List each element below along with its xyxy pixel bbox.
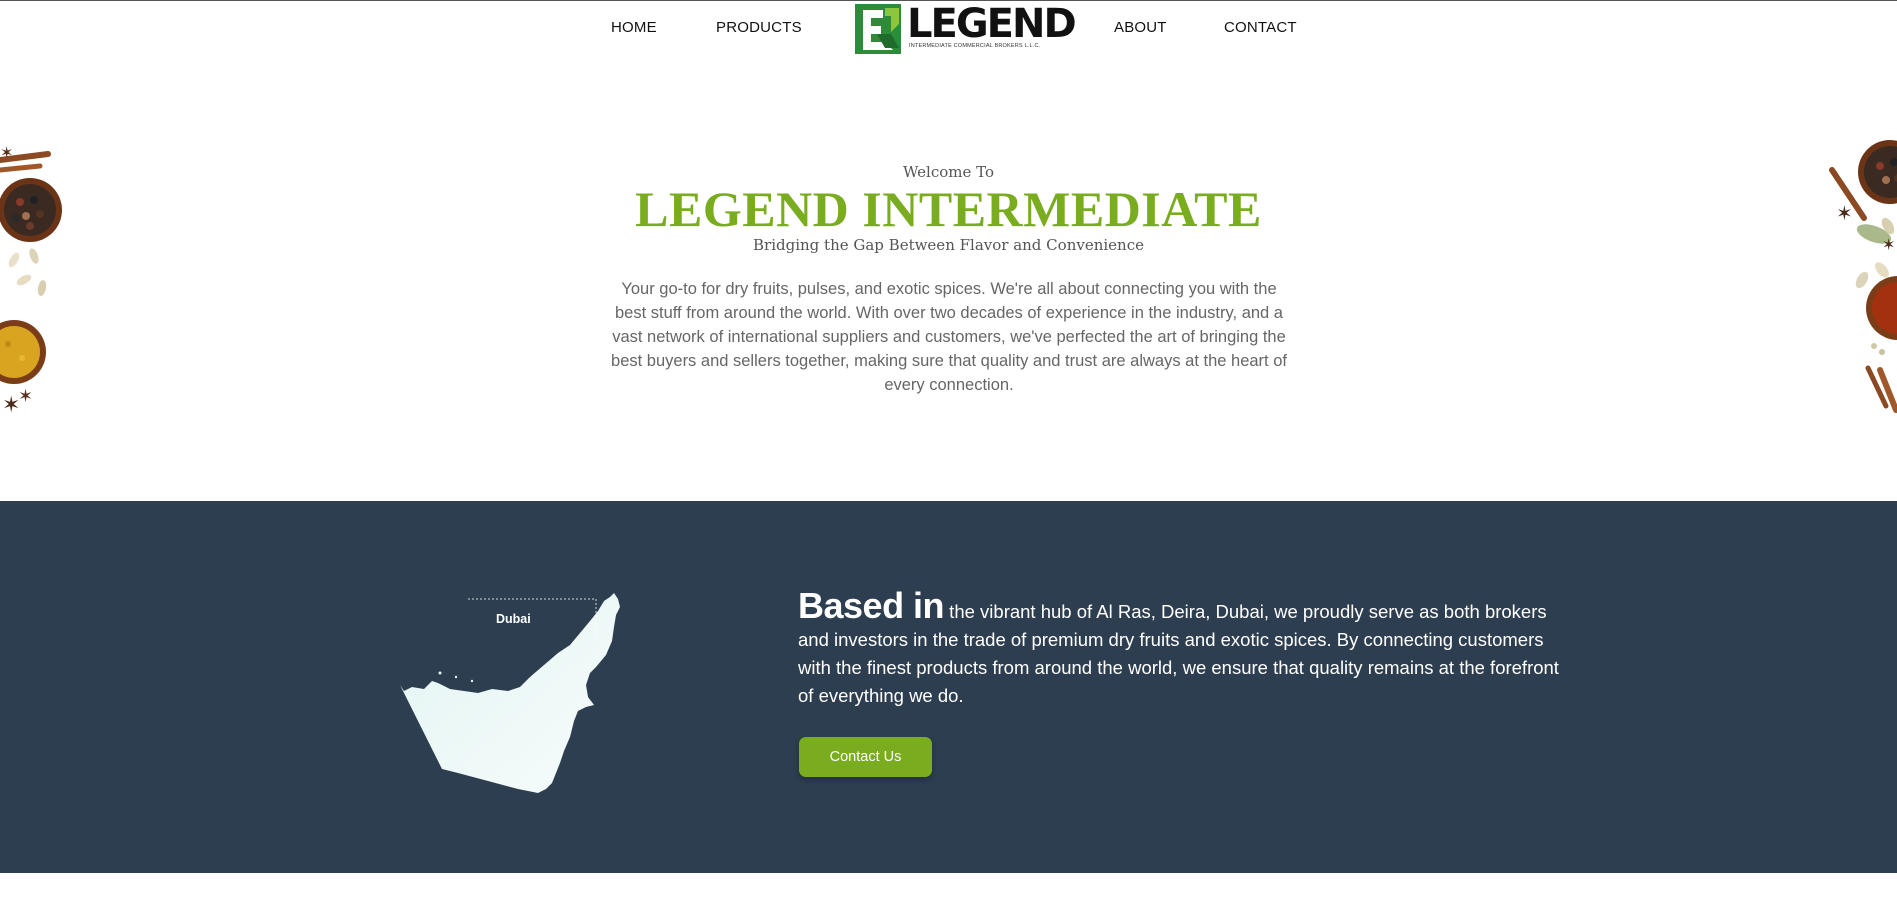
hero-pre-title: Welcome To [902, 163, 995, 181]
hero-tagline: Bridging the Gap Between Flavor and Conv… [753, 236, 1144, 254]
map-label-dubai: Dubai [496, 612, 531, 626]
logo-mark-icon [855, 4, 901, 54]
hero-title: LEGEND INTERMEDIATE [635, 181, 1262, 237]
nav-about[interactable]: ABOUT [1114, 19, 1167, 36]
nav-home[interactable]: HOME [611, 19, 657, 36]
logo-wordmark: LEGEND [907, 1, 1077, 47]
logo-subtitle: INTERMEDIATE COMMERCIAL BROKERS L.L.C. [909, 43, 1041, 49]
uae-map-image [400, 593, 620, 793]
site-logo[interactable]: LEGEND INTERMEDIATE COMMERCIAL BROKERS L… [855, 1, 1077, 55]
hero-description: Your go-to for dry fruits, pulses, and e… [611, 280, 1287, 394]
svg-text:✶: ✶ [0, 145, 13, 162]
about-lead: Based in [798, 585, 945, 626]
svg-text:✶: ✶ [18, 386, 33, 406]
nav-products[interactable]: PRODUCTS [716, 19, 802, 36]
about-text: Based in the vibrant hub of Al Ras, Deir… [798, 588, 1568, 710]
contact-us-button[interactable]: Contact Us [799, 737, 932, 777]
nav-contact[interactable]: CONTACT [1224, 19, 1297, 36]
